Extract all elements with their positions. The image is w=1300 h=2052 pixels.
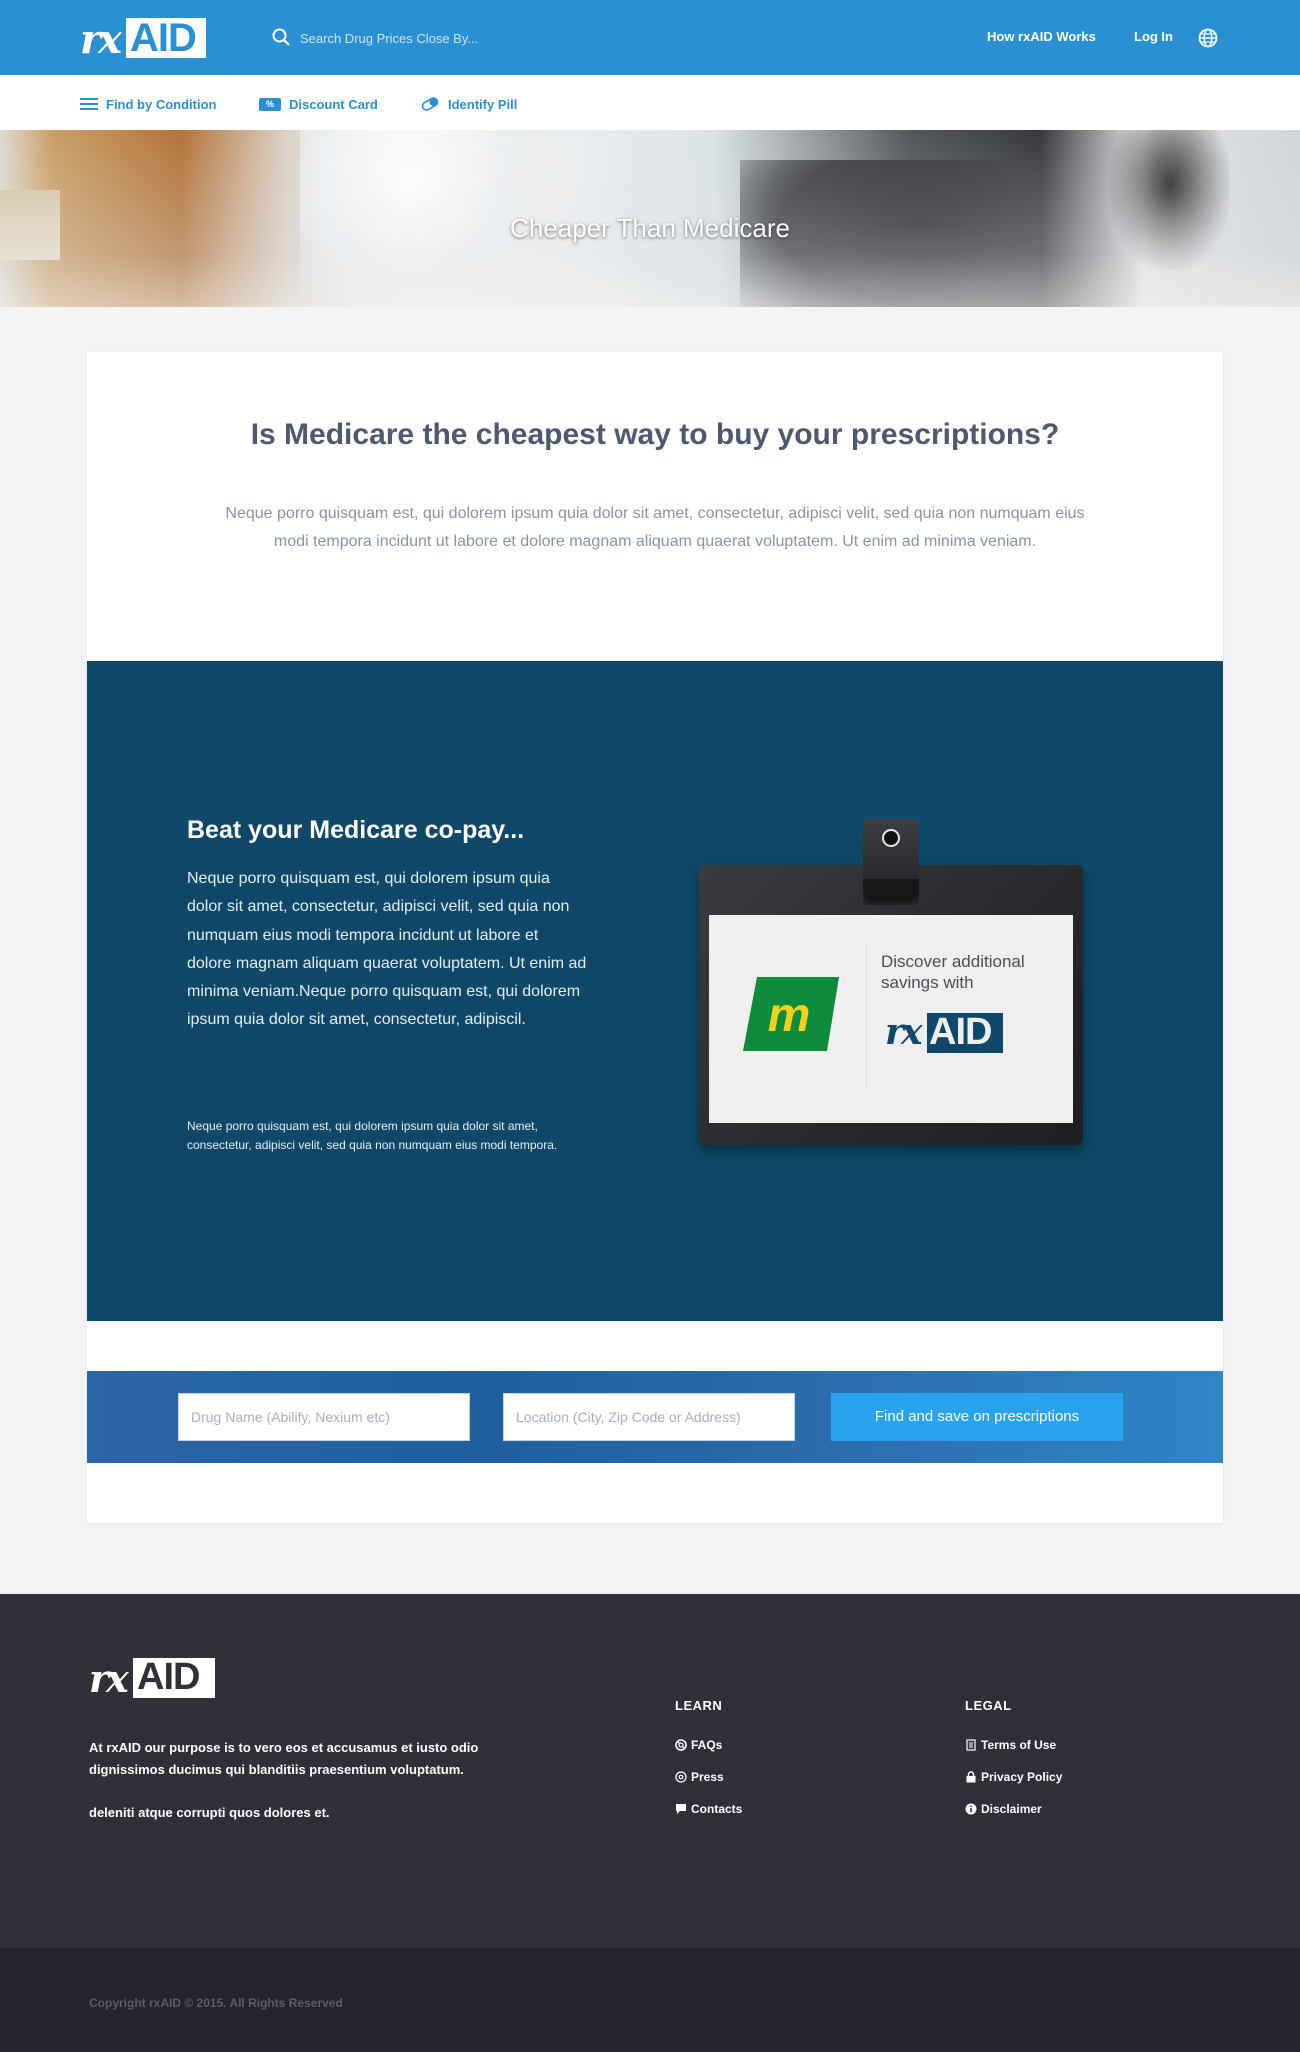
discount-card-label: Discount Card	[289, 96, 378, 112]
promo-heading: Beat your Medicare co-pay...	[187, 816, 525, 844]
footer-logo-rx: rx	[89, 1656, 129, 1701]
search-input[interactable]	[300, 26, 560, 50]
contacts-label: Contacts	[691, 1802, 743, 1816]
discover-text: Discover additional savings with	[881, 952, 1025, 992]
how-it-works-link[interactable]: How rxAID Works	[987, 29, 1096, 44]
login-link[interactable]: Log In	[1134, 29, 1173, 44]
identify-pill-label: Identify Pill	[448, 96, 518, 112]
intro-paragraph: Neque porro quisquam est, qui dolorem ip…	[225, 505, 1085, 550]
info-icon	[965, 1803, 977, 1815]
legal-heading: LEGAL	[965, 1698, 1012, 1713]
find-by-condition-link[interactable]: Find by Condition	[80, 95, 216, 113]
medicare-promo: Beat your Medicare co-pay... Neque porro…	[87, 661, 1223, 1321]
globe-icon[interactable]	[1198, 28, 1218, 48]
find-and-save-button[interactable]: Find and save on prescriptions	[831, 1393, 1123, 1441]
contacts-link[interactable]: Contacts	[675, 1802, 742, 1816]
logo-rx-text: rx	[80, 16, 122, 63]
search-icon[interactable]	[272, 28, 290, 46]
percent-badge-icon: %	[259, 97, 281, 111]
promo-footnote: Neque porro quisquam est, qui dolorem ip…	[187, 1119, 558, 1152]
badge-hole	[882, 829, 900, 847]
sub-navigation: Find by Condition % Discount Card Identi…	[0, 75, 1300, 130]
menu-icon	[80, 98, 98, 110]
location-input[interactable]	[503, 1393, 795, 1441]
privacy-label: Privacy Policy	[981, 1770, 1063, 1784]
header-search	[272, 26, 572, 50]
copyright-text: Copyright rxAID © 2015. All Rights Reser…	[89, 1996, 343, 2010]
page-title: Is Medicare the cheapest way to buy your…	[250, 418, 1060, 451]
privacy-link[interactable]: Privacy Policy	[965, 1770, 1062, 1784]
document-icon	[966, 1739, 976, 1751]
disclaimer-label: Disclaimer	[981, 1802, 1042, 1816]
copyright-bar: Copyright rxAID © 2015. All Rights Reser…	[0, 1948, 1300, 2052]
drug-name-input[interactable]	[178, 1393, 470, 1441]
promo-body: Neque porro quisquam est, qui dolorem ip…	[187, 870, 587, 1029]
m-logo-letter: m	[768, 989, 811, 1042]
find-by-condition-label: Find by Condition	[106, 96, 217, 112]
badge-clip	[863, 819, 919, 905]
site-footer: rx AID At rxAID our purpose is to vero e…	[0, 1594, 1300, 1948]
logo-aid-text: AID	[130, 16, 197, 60]
discount-card-link[interactable]: % Discount Card	[259, 95, 378, 113]
faqs-link[interactable]: FAQs	[675, 1738, 722, 1752]
badge-divider	[866, 943, 867, 1089]
content-card: Is Medicare the cheapest way to buy your…	[87, 352, 1223, 1523]
disclaimer-link[interactable]: Disclaimer	[965, 1802, 1042, 1816]
badge-strap	[863, 879, 919, 901]
learn-heading: LEARN	[675, 1698, 723, 1713]
footer-logo-aid: AID	[137, 1656, 200, 1698]
footer-about: At rxAID our purpose is to vero eos et a…	[89, 1740, 479, 1777]
chat-icon	[676, 1804, 686, 1814]
hero-banner: Cheaper Than Medicare	[0, 130, 1300, 307]
badge-logo-aid: AID	[929, 1011, 992, 1053]
faqs-label: FAQs	[691, 1738, 723, 1752]
top-header: rx AID How rxAID Works Log In	[0, 0, 1300, 75]
badge-rxaid-logo: rx AID	[885, 1007, 1015, 1059]
badge-logo-rx: rx	[885, 1011, 922, 1053]
terms-link[interactable]: Terms of Use	[965, 1738, 1056, 1752]
identify-pill-link[interactable]: Identify Pill	[420, 95, 517, 113]
savings-badge-card: m Discover additional savings with rx AI…	[709, 915, 1073, 1123]
pill-icon	[421, 97, 439, 111]
terms-label: Terms of Use	[981, 1738, 1057, 1752]
press-label: Press	[691, 1770, 724, 1784]
hero-title: Cheaper Than Medicare	[510, 213, 790, 243]
medicare-m-logo: m	[743, 977, 839, 1051]
lock-icon	[966, 1771, 976, 1783]
lifebuoy-icon	[675, 1739, 687, 1751]
press-link[interactable]: Press	[675, 1770, 724, 1784]
prescription-search-band: Find and save on prescriptions	[87, 1371, 1223, 1463]
at-icon	[675, 1771, 687, 1783]
rxaid-logo[interactable]: rx AID	[80, 14, 210, 63]
footer-about-extra: deleniti atque corrupti quos dolores et.	[89, 1805, 330, 1820]
footer-logo[interactable]: rx AID	[89, 1654, 219, 1701]
